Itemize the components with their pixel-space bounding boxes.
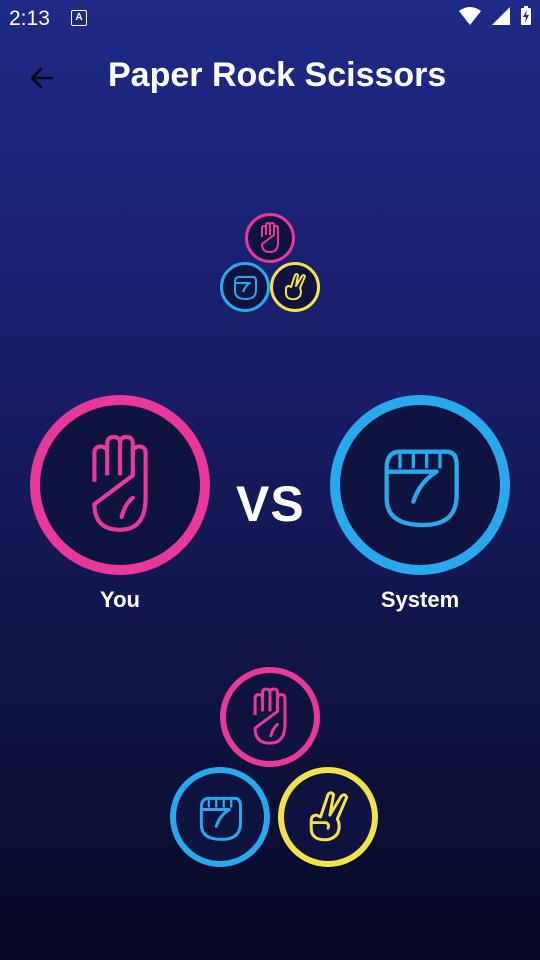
opponent-label: System (380, 587, 460, 612)
signal-icon (491, 7, 510, 25)
scissors-button[interactable] (278, 767, 378, 867)
logo-scissors (270, 262, 320, 312)
rock-fist-icon (384, 449, 459, 528)
player-label: You (100, 587, 140, 612)
page-title: Paper Rock Scissors (108, 56, 447, 94)
arrow-back-icon (30, 67, 54, 89)
logo-rock (220, 262, 270, 312)
status-icons (453, 6, 532, 26)
paper-hand-icon (92, 434, 148, 532)
status-time: 2:13 (9, 7, 50, 30)
scissors-hand-icon (309, 791, 349, 842)
back-button[interactable] (24, 60, 60, 96)
wifi-icon (459, 7, 482, 25)
battery-icon (521, 6, 531, 25)
player-choice (30, 395, 210, 575)
paper-hand-icon (261, 222, 279, 253)
vs-label: VS (236, 476, 305, 532)
status-bar: 2:13 A (0, 0, 540, 36)
paper-hand-icon (253, 687, 287, 745)
scissors-hand-icon (285, 273, 306, 301)
logo-paper (245, 213, 295, 263)
app-bar: Paper Rock Scissors (0, 36, 540, 120)
rock-fist-icon (234, 276, 257, 300)
rock-fist-icon (199, 796, 243, 841)
opponent-choice (330, 395, 510, 575)
notification-icon: A (71, 10, 87, 26)
paper-button[interactable] (220, 667, 320, 767)
rock-button[interactable] (170, 767, 270, 867)
